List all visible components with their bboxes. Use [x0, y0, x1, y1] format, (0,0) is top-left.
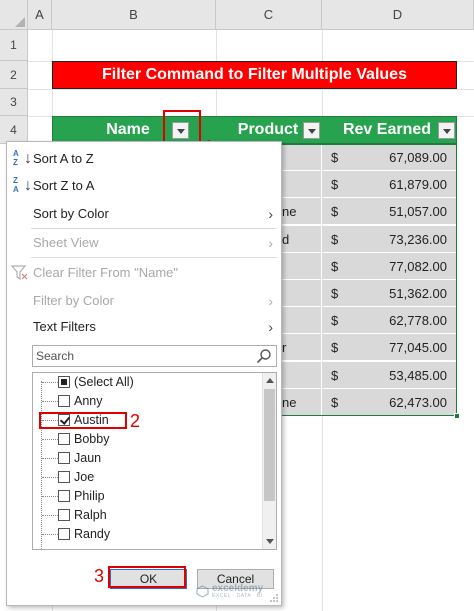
list-item-label: Philip	[74, 489, 105, 503]
list-item-label: Ralph	[74, 508, 107, 522]
scroll-down-icon[interactable]	[263, 535, 276, 549]
list-scrollbar[interactable]	[262, 373, 276, 549]
tree-connector	[42, 477, 58, 478]
product-filter-dropdown[interactable]	[303, 122, 320, 139]
annotation-box-austin	[39, 412, 127, 429]
chevron-right-icon: ›	[268, 235, 273, 251]
annotation-box-ok	[108, 566, 186, 588]
list-item[interactable]: Ralph	[33, 506, 261, 525]
checkbox[interactable]	[58, 433, 70, 445]
list-item-label: Anny	[74, 394, 103, 408]
tree-connector	[42, 439, 58, 440]
list-item[interactable]: Anny	[33, 392, 261, 411]
chevron-right-icon: ›	[268, 319, 273, 335]
rev-filter-dropdown[interactable]	[438, 122, 455, 139]
menu-separator	[31, 257, 277, 258]
column-header-a[interactable]: A	[28, 0, 52, 30]
header-rev-earned: Rev Earned	[342, 121, 432, 138]
column-header-c[interactable]: C	[216, 0, 322, 30]
tree-connector	[42, 534, 58, 535]
tree-connector	[42, 382, 58, 383]
checkbox[interactable]	[58, 452, 70, 464]
row-header-1[interactable]: 1	[0, 30, 28, 61]
tree-connector	[42, 496, 58, 497]
scroll-up-icon[interactable]	[263, 373, 276, 387]
menu-sort-z-to-a[interactable]: Z A ↓ Sort Z to A	[7, 173, 281, 199]
select-all-corner[interactable]	[0, 0, 28, 30]
sort-ascending-icon: A Z ↓	[13, 149, 32, 167]
value-list: (Select All) Anny Austin Bobby Jaun Joe Philip…	[32, 372, 277, 550]
list-item-label: Bobby	[74, 432, 110, 446]
menu-text-filters[interactable]: Text Filters ›	[7, 314, 281, 340]
checkbox[interactable]	[58, 490, 70, 502]
row-header-2[interactable]: 2	[0, 61, 28, 89]
list-item[interactable]: Jaun	[33, 449, 261, 468]
list-item[interactable]: Philip	[33, 487, 261, 506]
table-header-row: Name Product Rev Earned	[52, 116, 457, 144]
column-header-b[interactable]: B	[52, 0, 216, 30]
list-item-label: Joe	[74, 470, 95, 484]
fill-handle[interactable]	[454, 413, 460, 419]
list-item[interactable]: Bobby	[33, 430, 261, 449]
watermark-logo: exceldemy EXCEL · DATA · BI	[196, 583, 286, 601]
search-input[interactable]	[36, 347, 246, 365]
checkbox[interactable]	[58, 509, 70, 521]
annotation-number-2: 2	[130, 411, 141, 431]
column-header-d[interactable]: D	[322, 0, 474, 30]
annotation-number-3: 3	[94, 566, 105, 586]
menu-sheet-view: Sheet View ›	[7, 230, 281, 256]
menu-label: Sort A to Z	[33, 151, 94, 166]
list-item-label: Jaun	[74, 451, 102, 465]
clear-filter-icon	[11, 265, 28, 281]
list-item[interactable]: (Select All)	[33, 373, 261, 392]
menu-label: Sort by Color	[33, 206, 109, 221]
chevron-right-icon: ›	[268, 293, 273, 309]
search-icon	[256, 349, 271, 364]
menu-label: Filter by Color	[33, 293, 114, 308]
row-header-4[interactable]: 4	[0, 116, 28, 144]
title-banner: Filter Command to Filter Multiple Values	[52, 61, 457, 89]
watermark-tagline: EXCEL · DATA · BI	[212, 593, 263, 599]
scroll-thumb[interactable]	[264, 389, 275, 501]
menu-label: Sheet View	[33, 235, 99, 250]
menu-label: Clear Filter From "Name"	[33, 265, 179, 280]
autofilter-panel: A Z ↓ Sort A to Z Z A ↓ Sort Z to A Sort by …	[6, 141, 282, 606]
watermark-icon	[196, 585, 209, 598]
checkbox[interactable]	[58, 528, 70, 540]
menu-label: Text Filters	[33, 319, 96, 334]
sort-descending-icon: Z A ↓	[13, 176, 32, 194]
checkbox[interactable]	[58, 395, 70, 407]
menu-label: Sort Z to A	[33, 178, 95, 193]
gridline	[28, 89, 474, 90]
checkbox[interactable]	[58, 376, 70, 388]
menu-filter-by-color: Filter by Color ›	[7, 288, 281, 314]
checkbox[interactable]	[58, 471, 70, 483]
list-item[interactable]: Joe	[33, 468, 261, 487]
tree-connector	[42, 458, 58, 459]
list-item-label: (Select All)	[74, 375, 134, 389]
chevron-right-icon: ›	[268, 206, 273, 222]
list-item[interactable]: Randy	[33, 525, 261, 544]
search-field[interactable]	[32, 345, 277, 367]
menu-clear-filter: Clear Filter From "Name"	[7, 260, 281, 286]
menu-sort-a-to-z[interactable]: A Z ↓ Sort A to Z	[7, 146, 281, 172]
tree-connector	[42, 515, 58, 516]
menu-separator	[31, 228, 277, 229]
row-header-3[interactable]: 3	[0, 89, 28, 116]
tree-connector	[42, 401, 58, 402]
menu-sort-by-color[interactable]: Sort by Color ›	[7, 201, 281, 227]
list-item-label: Randy	[74, 527, 111, 541]
